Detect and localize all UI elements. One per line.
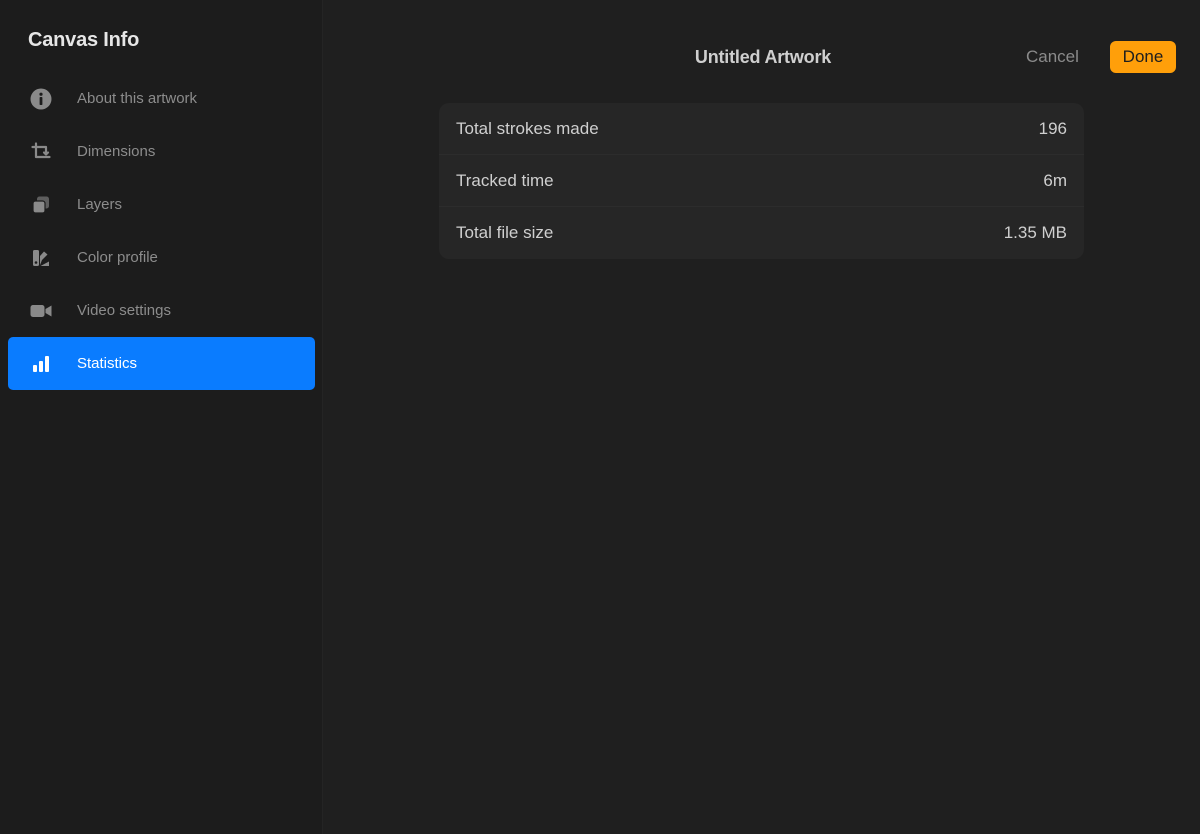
bar-chart-icon (29, 352, 53, 376)
statistics-card: Total strokes made 196 Tracked time 6m T… (439, 103, 1084, 259)
sidebar-item-label: Dimensions (77, 143, 156, 160)
sidebar-item-label: About this artwork (77, 90, 198, 107)
crop-icon (29, 140, 53, 164)
stat-row-tracked-time: Tracked time 6m (439, 155, 1084, 207)
sidebar-item-label: Color profile (77, 249, 158, 266)
statistics-panel: Untitled Artwork Cancel Done Total strok… (323, 0, 1200, 834)
sidebar-item-dimensions[interactable]: Dimensions (8, 125, 315, 178)
stat-label: Tracked time (456, 170, 554, 190)
canvas-info-window: Canvas Info About this artwork Dimension… (0, 0, 1200, 834)
sidebar-item-layers[interactable]: Layers (8, 178, 315, 231)
stat-row-total-strokes: Total strokes made 196 (439, 103, 1084, 155)
cancel-button[interactable]: Cancel (1026, 47, 1079, 67)
info-icon (29, 87, 53, 111)
sidebar-item-about[interactable]: About this artwork (8, 72, 315, 125)
sidebar-item-label: Layers (77, 196, 123, 213)
video-camera-icon (29, 299, 53, 323)
stat-label: Total file size (456, 223, 554, 242)
stat-row-file-size: Total file size 1.35 MB (439, 207, 1084, 259)
sidebar-item-color-profile[interactable]: Color profile (8, 231, 315, 284)
color-swatch-icon (29, 246, 53, 270)
stat-value: 6m (1043, 170, 1067, 190)
sidebar: Canvas Info About this artwork Dimension… (0, 0, 323, 834)
sidebar-list: About this artwork Dimensions Layers Col… (8, 72, 315, 390)
stat-value: 196 (1038, 118, 1067, 138)
sidebar-item-statistics[interactable]: Statistics (8, 337, 315, 390)
sidebar-title: Canvas Info (28, 29, 140, 51)
sidebar-item-label: Video settings (77, 302, 171, 319)
sidebar-item-label: Statistics (77, 355, 138, 372)
stat-label: Total strokes made (456, 118, 599, 138)
done-button[interactable]: Done (1110, 41, 1176, 73)
layers-icon (29, 193, 53, 217)
stat-value: 1.35 MB (1003, 223, 1067, 242)
sidebar-item-video-settings[interactable]: Video settings (8, 284, 315, 337)
